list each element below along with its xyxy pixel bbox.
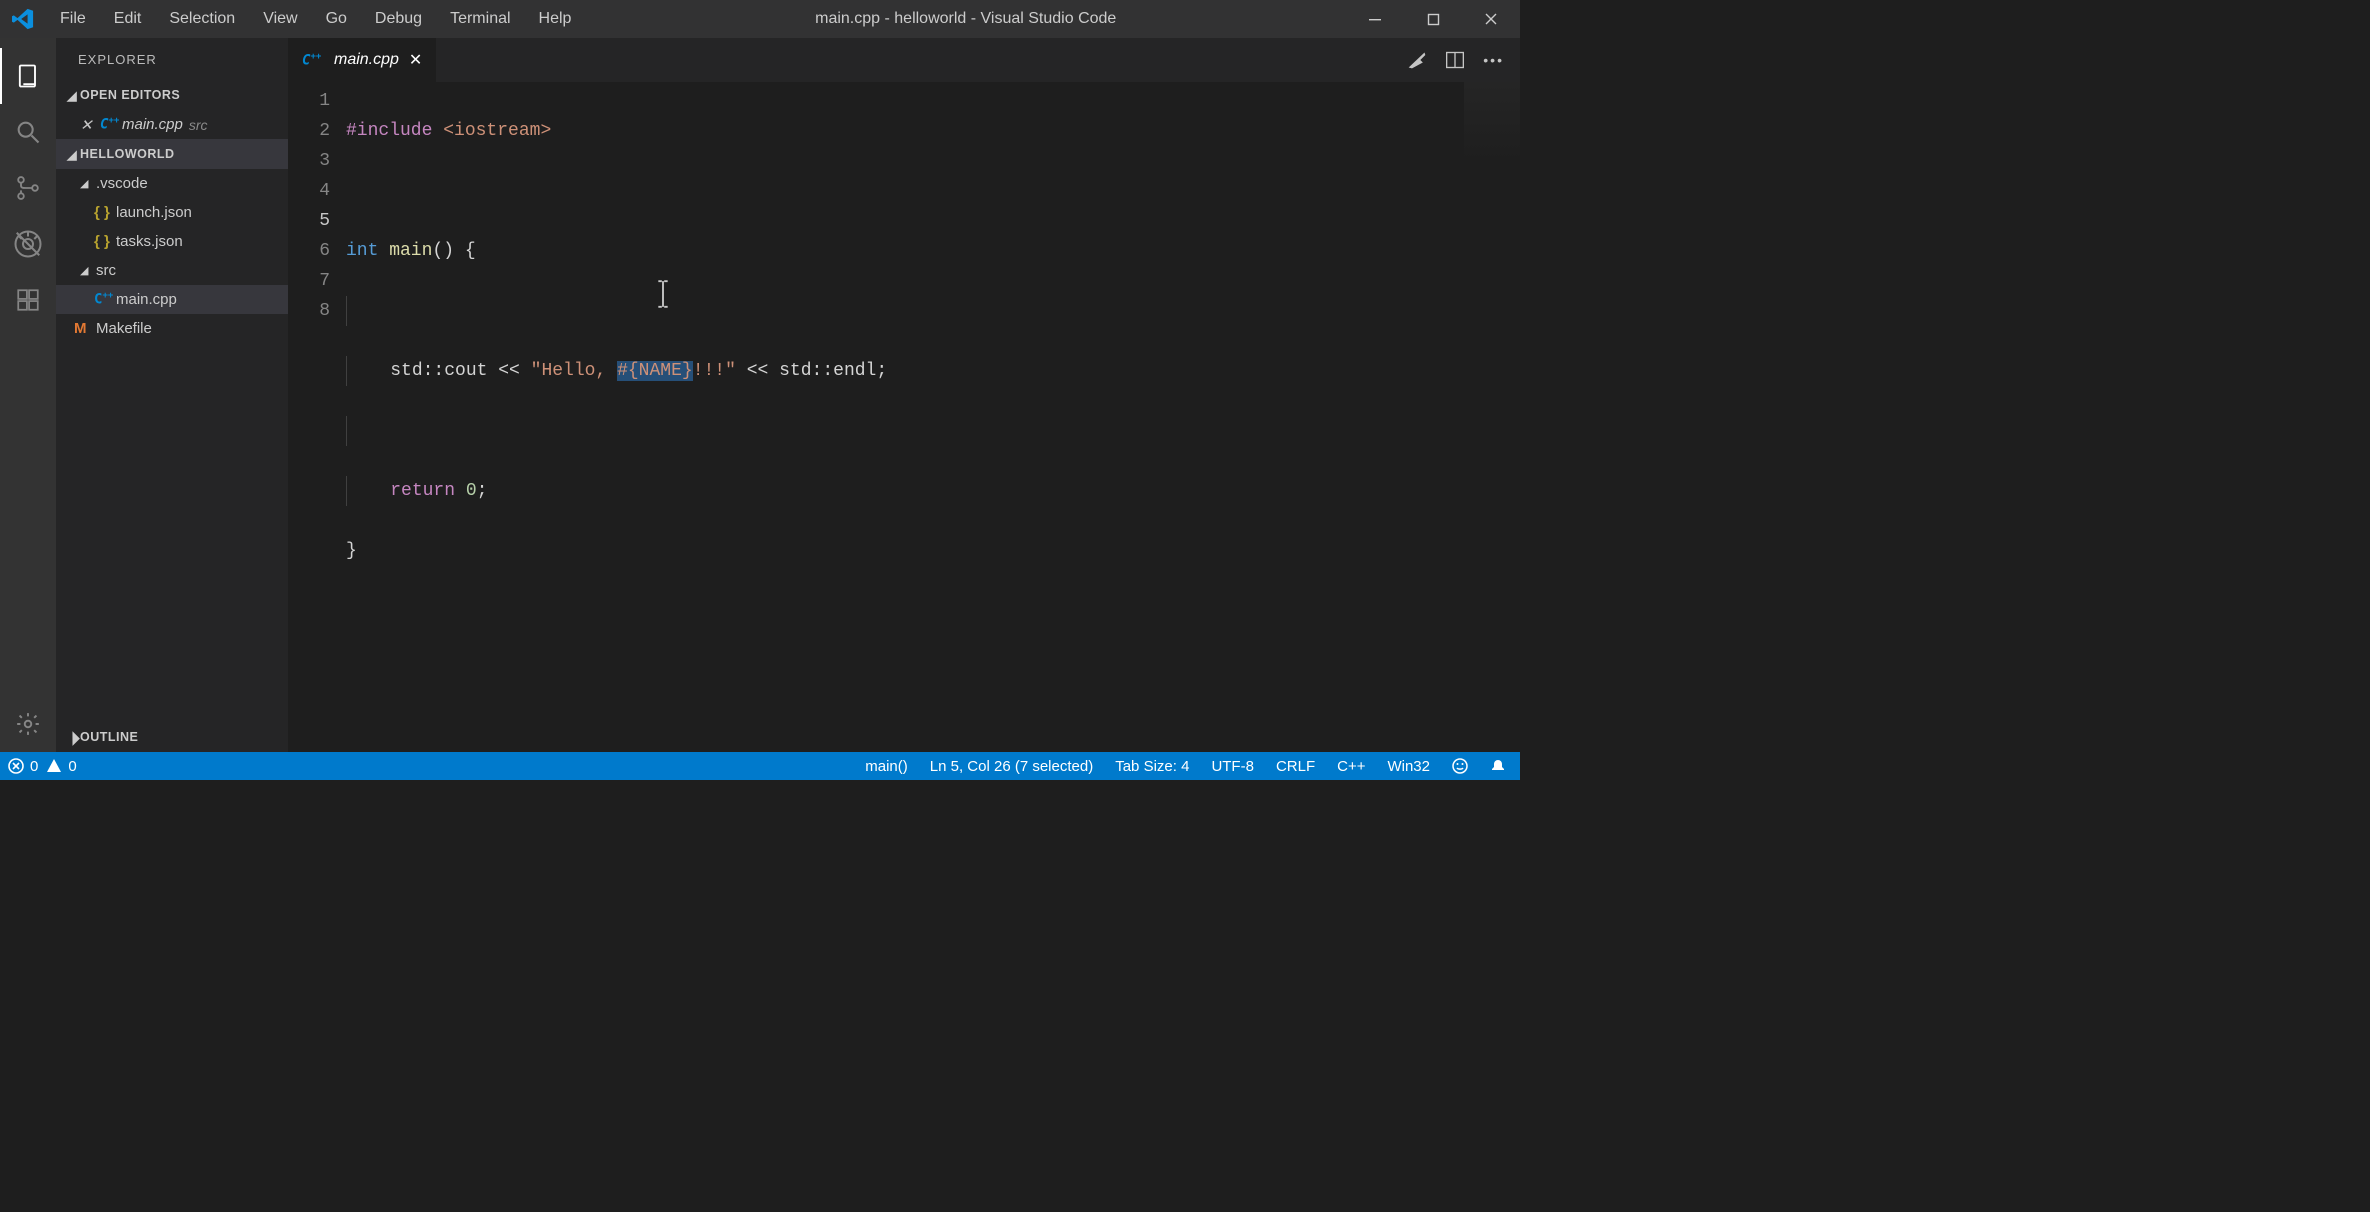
open-editors-label: OPEN EDITORS: [80, 88, 180, 102]
folder-label: .vscode: [96, 175, 148, 192]
run-build-icon[interactable]: [1407, 50, 1427, 70]
status-target[interactable]: Win32: [1387, 758, 1430, 775]
split-editor-icon[interactable]: [1445, 50, 1465, 70]
open-editor-path: src: [189, 117, 208, 133]
window-close[interactable]: [1462, 0, 1520, 38]
menu-debug[interactable]: Debug: [361, 10, 436, 28]
minimap[interactable]: [1464, 82, 1520, 162]
workspace-label: HELLOWORLD: [80, 147, 175, 161]
file-label: tasks.json: [116, 233, 183, 250]
menu-terminal[interactable]: Terminal: [436, 10, 524, 28]
status-tabsize[interactable]: Tab Size: 4: [1115, 758, 1189, 775]
window-minimize[interactable]: [1346, 0, 1404, 38]
line-number-gutter: 1 2 3 4 5 6 7 8: [288, 82, 346, 752]
menu-view[interactable]: View: [249, 10, 311, 28]
tab-main-cpp[interactable]: C++ main.cpp ✕: [288, 38, 437, 82]
file-label: launch.json: [116, 204, 192, 221]
json-file-icon: { }: [94, 233, 116, 250]
open-editors-header[interactable]: ◢ OPEN EDITORS: [56, 80, 288, 110]
file-label: main.cpp: [116, 291, 177, 308]
open-editor-filename: main.cpp: [122, 116, 183, 133]
file-tasks-json[interactable]: { } tasks.json: [56, 227, 288, 256]
makefile-icon: M: [74, 320, 96, 337]
status-language[interactable]: C++: [1337, 758, 1365, 775]
activity-settings[interactable]: [0, 696, 56, 752]
vscode-icon: [0, 8, 46, 30]
code-editor[interactable]: 1 2 3 4 5 6 7 8 #include <iostream> int …: [288, 82, 1520, 752]
activity-search[interactable]: [0, 104, 56, 160]
window-maximize[interactable]: [1404, 0, 1462, 38]
folder-src[interactable]: ◢ src: [56, 256, 288, 285]
menu-edit[interactable]: Edit: [100, 10, 156, 28]
close-icon[interactable]: ✕: [80, 116, 100, 134]
status-encoding[interactable]: UTF-8: [1211, 758, 1254, 775]
file-makefile[interactable]: M Makefile: [56, 314, 288, 343]
activity-explorer[interactable]: [0, 48, 56, 104]
status-position[interactable]: Ln 5, Col 26 (7 selected): [930, 758, 1093, 775]
activity-bar: [0, 38, 56, 752]
more-actions-icon[interactable]: •••: [1483, 52, 1504, 68]
titlebar: File Edit Selection View Go Debug Termin…: [0, 0, 1520, 38]
json-file-icon: { }: [94, 204, 116, 221]
cpp-file-icon: C++: [100, 117, 122, 132]
folder-label: src: [96, 262, 116, 279]
file-label: Makefile: [96, 320, 152, 337]
status-errors[interactable]: 0: [8, 758, 38, 775]
notifications-icon[interactable]: [1490, 758, 1506, 774]
status-scope[interactable]: main(): [865, 758, 908, 775]
open-editor-item[interactable]: ✕ C++ main.cpp src: [56, 110, 288, 139]
menu-help[interactable]: Help: [525, 10, 586, 28]
chevron-down-icon: ◢: [80, 177, 96, 190]
code-content[interactable]: #include <iostream> int main() { std::co…: [346, 82, 1520, 752]
file-launch-json[interactable]: { } launch.json: [56, 198, 288, 227]
statusbar: 0 0 main() Ln 5, Col 26 (7 selected) Tab…: [0, 752, 1520, 780]
chevron-down-icon: ◢: [64, 88, 80, 103]
status-warnings[interactable]: 0: [46, 758, 76, 775]
activity-scm[interactable]: [0, 160, 56, 216]
chevron-down-icon: ◢: [64, 147, 80, 162]
cpp-file-icon: C++: [94, 292, 116, 307]
cpp-file-icon: C++: [302, 53, 324, 68]
menu-file[interactable]: File: [46, 10, 100, 28]
explorer-title: EXPLORER: [56, 38, 288, 80]
explorer-sidebar: EXPLORER ◢ OPEN EDITORS ✕ C++ main.cpp s…: [56, 38, 288, 752]
selection: #{NAME}: [617, 361, 693, 381]
tab-filename: main.cpp: [334, 51, 399, 69]
outline-label: OUTLINE: [80, 730, 138, 744]
tab-close-icon[interactable]: ✕: [409, 50, 422, 70]
outline-header[interactable]: ◢ OUTLINE: [56, 722, 288, 752]
menu-selection[interactable]: Selection: [155, 10, 249, 28]
feedback-icon[interactable]: [1452, 758, 1468, 774]
chevron-down-icon: ◢: [80, 264, 96, 277]
file-main-cpp[interactable]: C++ main.cpp: [56, 285, 288, 314]
workspace-header[interactable]: ◢ HELLOWORLD: [56, 139, 288, 169]
editor-area: C++ main.cpp ✕ ••• 1 2 3 4 5 6 7 8 #incl…: [288, 38, 1520, 752]
tabbar: C++ main.cpp ✕ •••: [288, 38, 1520, 82]
folder-vscode[interactable]: ◢ .vscode: [56, 169, 288, 198]
window-title: main.cpp - helloworld - Visual Studio Co…: [585, 10, 1346, 28]
menu-go[interactable]: Go: [312, 10, 361, 28]
activity-debug[interactable]: [0, 216, 56, 272]
status-eol[interactable]: CRLF: [1276, 758, 1315, 775]
activity-extensions[interactable]: [0, 272, 56, 328]
